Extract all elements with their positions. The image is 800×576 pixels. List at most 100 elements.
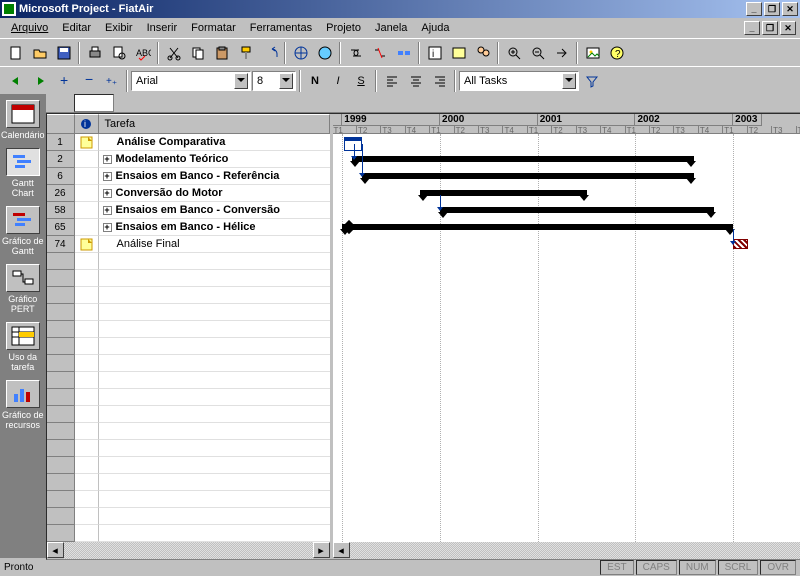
print-preview-button[interactable] [107,42,130,64]
gantt-summary-bar[interactable] [420,190,586,196]
split-task-button[interactable] [392,42,415,64]
row-id[interactable] [47,440,75,457]
row-task-name[interactable] [99,270,330,287]
row-task-name[interactable] [99,287,330,304]
row-task-name[interactable]: Análise Final [99,236,330,253]
menu-exibir[interactable]: Exibir [98,20,140,36]
row-id[interactable] [47,406,75,423]
row-id[interactable]: 65 [47,219,75,236]
row-id[interactable]: 74 [47,236,75,253]
copy-picture-button[interactable] [581,42,604,64]
unlink-tasks-button[interactable] [368,42,391,64]
row-id[interactable] [47,372,75,389]
hide-subtasks-button[interactable]: − [76,70,99,92]
font-name-combo[interactable]: Arial [131,71,251,91]
doc-restore-button[interactable]: ❐ [762,21,778,35]
gantt-summary-bar[interactable] [352,156,694,162]
row-id[interactable] [47,287,75,304]
menu-formatar[interactable]: Formatar [184,20,243,36]
row-id[interactable] [47,270,75,287]
doc-minimize-button[interactable]: _ [744,21,760,35]
goto-task-button[interactable] [550,42,573,64]
table-hscroll[interactable]: ◂ ▸ [47,542,330,559]
menu-inserir[interactable]: Inserir [140,20,185,36]
align-right-button[interactable] [428,70,451,92]
expand-icon[interactable]: + [103,155,112,164]
row-id[interactable] [47,474,75,491]
timescale-header[interactable]: 19992000200120022003 T1T2T3T4T1T2T3T4T1T… [333,114,800,134]
task-info-button[interactable]: i [423,42,446,64]
scroll-right-button[interactable]: ▸ [313,542,330,558]
row-task-name[interactable] [99,372,330,389]
row-task-name[interactable] [99,304,330,321]
col-id-header[interactable] [47,114,75,134]
gantt-summary-bar[interactable] [440,207,714,213]
row-task-name[interactable] [99,457,330,474]
view-gantt-icon[interactable] [6,206,40,234]
row-task-name[interactable]: +Conversão do Motor [99,185,330,202]
view-task-usage-icon[interactable] [6,322,40,350]
office-assistant-button[interactable]: ? [605,42,628,64]
paste-button[interactable] [210,42,233,64]
row-id[interactable] [47,423,75,440]
show-subtasks-button[interactable]: + [52,70,75,92]
row-id[interactable]: 6 [47,168,75,185]
row-task-name[interactable] [99,253,330,270]
expand-icon[interactable]: + [103,172,112,181]
menu-projeto[interactable]: Projeto [319,20,368,36]
gantt-hscroll[interactable]: ◂ ▸ [333,542,800,559]
row-task-name[interactable]: +Ensaios em Banco - Hélice [99,219,330,236]
underline-button[interactable]: S [350,71,372,91]
minimize-button[interactable]: _ [746,2,762,16]
row-id[interactable]: 1 [47,134,75,151]
row-task-name[interactable] [99,491,330,508]
bold-button[interactable]: N [304,71,326,91]
col-task-header[interactable]: Tarefa [99,114,330,134]
menu-janela[interactable]: Janela [368,20,414,36]
row-id[interactable] [47,338,75,355]
cut-button[interactable] [162,42,185,64]
row-task-name[interactable] [99,423,330,440]
row-id[interactable] [47,355,75,372]
undo-button[interactable] [258,42,281,64]
row-task-name[interactable]: +Ensaios em Banco - Referência [99,168,330,185]
zoom-out-button[interactable] [526,42,549,64]
row-id[interactable] [47,525,75,542]
row-task-name[interactable] [99,406,330,423]
link-tasks-button[interactable] [344,42,367,64]
row-id[interactable] [47,304,75,321]
row-task-name[interactable] [99,474,330,491]
col-indicator-header[interactable]: i [75,114,99,134]
save-button[interactable] [52,42,75,64]
new-button[interactable] [4,42,27,64]
expand-icon[interactable]: + [103,223,112,232]
row-task-name[interactable]: +Ensaios em Banco - Conversão [99,202,330,219]
menu-arquivo[interactable]: Arquivo [4,20,55,36]
entry-field[interactable] [74,94,114,112]
row-id[interactable] [47,491,75,508]
row-task-name[interactable] [99,508,330,525]
row-id[interactable]: 2 [47,151,75,168]
row-id[interactable] [47,457,75,474]
row-task-name[interactable] [99,355,330,372]
row-id[interactable] [47,389,75,406]
assign-resources-button[interactable] [471,42,494,64]
close-button[interactable]: ✕ [782,2,798,16]
scroll-left-button[interactable]: ◂ [47,542,64,558]
row-id[interactable] [47,253,75,270]
gantt-scroll-left-button[interactable]: ◂ [333,542,350,558]
align-left-button[interactable] [380,70,403,92]
insert-hyperlink-button[interactable] [289,42,312,64]
format-painter-button[interactable] [234,42,257,64]
gantt-summary-bar[interactable] [342,224,733,230]
view-gantt-chart-icon[interactable] [6,148,40,176]
expand-icon[interactable]: + [103,189,112,198]
view-pert-icon[interactable] [6,264,40,292]
row-id[interactable] [47,508,75,525]
row-task-name[interactable] [99,525,330,542]
row-id[interactable]: 58 [47,202,75,219]
zoom-in-button[interactable] [502,42,525,64]
spellcheck-button[interactable]: ABC [131,42,154,64]
gantt-summary-bar[interactable] [362,173,694,179]
row-task-name[interactable] [99,338,330,355]
